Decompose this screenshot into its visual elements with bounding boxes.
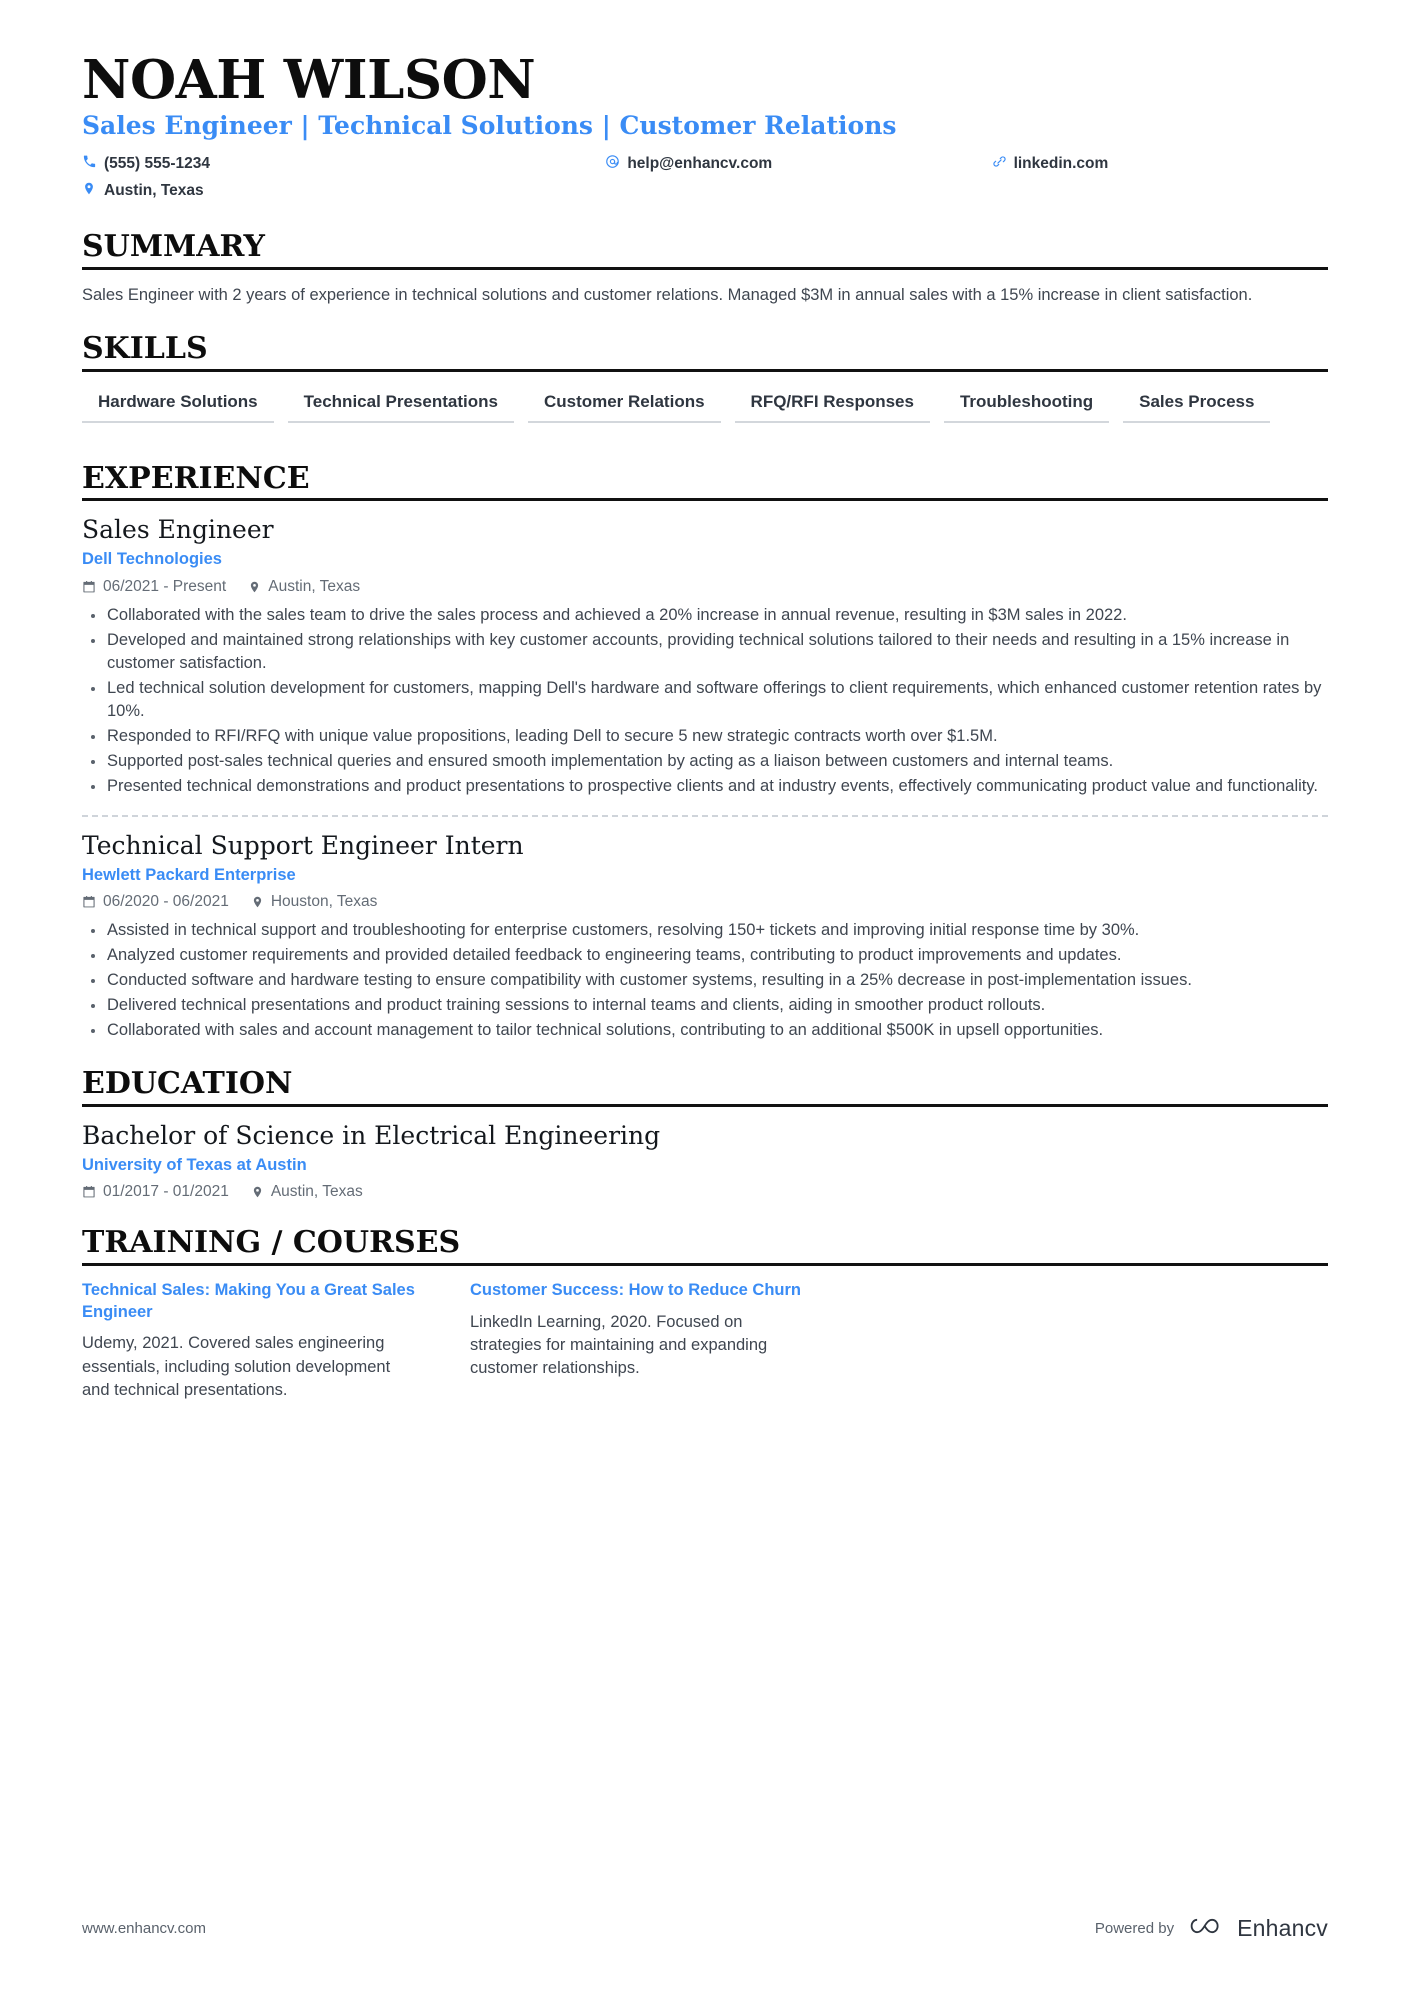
resume-header: NOAH WILSON Sales Engineer | Technical S…: [82, 52, 1328, 205]
contact-phone-text: (555) 555-1234: [104, 154, 210, 172]
bullet-list: Collaborated with the sales team to driv…: [82, 604, 1328, 799]
course-list: Technical Sales: Making You a Great Sale…: [82, 1280, 1328, 1402]
entry-meta: 06/2020 - 06/2021 Houston, Texas: [82, 893, 1328, 911]
course-description: Udemy, 2021. Covered sales engineering e…: [82, 1334, 391, 1399]
section-rule: [82, 498, 1328, 502]
entry-date-text: 01/2017 - 01/2021: [103, 1183, 229, 1201]
section-rule: [82, 368, 1328, 372]
bullet-list: Assisted in technical support and troubl…: [82, 919, 1328, 1042]
candidate-name: NOAH WILSON: [82, 49, 536, 111]
skill-tag: Sales Process: [1123, 386, 1271, 423]
course-title[interactable]: Technical Sales: Making You a Great Sale…: [82, 1280, 422, 1324]
location-icon: [251, 1185, 264, 1199]
company-name[interactable]: Dell Technologies: [82, 549, 1328, 570]
enhancv-brand: Enhancv: [1190, 1914, 1328, 1943]
bullet-item: Collaborated with the sales team to driv…: [82, 604, 1322, 627]
contact-list: (555) 555-1234 help@enhancv.com linkedin…: [82, 151, 1328, 206]
entry-date: 01/2017 - 01/2021: [82, 1183, 229, 1201]
course-item: Technical Sales: Making You a Great Sale…: [82, 1280, 422, 1402]
bullet-item: Conducted software and hardware testing …: [82, 969, 1322, 992]
powered-by-block: Powered by Enhancv: [1095, 1914, 1328, 1943]
resume-page: NOAH WILSON Sales Engineer | Technical S…: [0, 0, 1410, 1995]
company-name[interactable]: Hewlett Packard Enterprise: [82, 865, 1328, 886]
education-entry: Bachelor of Science in Electrical Engine…: [82, 1121, 1328, 1201]
contact-linkedin[interactable]: linkedin.com: [992, 151, 1328, 178]
skills-list: Hardware Solutions Technical Presentatio…: [82, 386, 1328, 437]
entry-date: 06/2021 - Present: [82, 578, 226, 596]
skill-tag: Customer Relations: [527, 386, 721, 423]
entry-meta: 01/2017 - 01/2021 Austin, Texas: [82, 1183, 1328, 1201]
entry-date: 06/2020 - 06/2021: [82, 893, 229, 911]
skills-section-title: SKILLS: [82, 331, 208, 367]
bullet-item: Supported post-sales technical queries a…: [82, 750, 1322, 773]
skill-tag: RFQ/RFI Responses: [734, 386, 930, 423]
section-rule: [82, 266, 1328, 270]
location-icon: [248, 580, 261, 594]
experience-section-title: EXPERIENCE: [82, 460, 310, 496]
powered-by-label: Powered by: [1094, 1920, 1175, 1937]
summary-text: Sales Engineer with 2 years of experienc…: [82, 285, 1253, 304]
entry-location-text: Austin, Texas: [268, 577, 361, 595]
contact-location-text: Austin, Texas: [104, 182, 204, 200]
page-footer: www.enhancv.com Powered by Enhancv: [82, 1914, 1328, 1943]
contact-email-text: help@enhancv.com: [627, 154, 773, 172]
training-section: TRAINING / COURSES Technical Sales: Maki…: [82, 1227, 1328, 1401]
course-item: Customer Success: How to Reduce Churn Li…: [470, 1280, 810, 1402]
school-name[interactable]: University of Texas at Austin: [82, 1155, 1328, 1176]
calendar-icon: [82, 1185, 96, 1199]
entry-location-text: Austin, Texas: [270, 1183, 363, 1201]
contact-linkedin-text: linkedin.com: [1013, 154, 1109, 172]
location-icon: [251, 895, 264, 909]
course-title[interactable]: Customer Success: How to Reduce Churn: [470, 1280, 810, 1302]
calendar-icon: [82, 895, 96, 909]
enhancv-wordmark: Enhancv: [1237, 1915, 1328, 1941]
summary-section: SUMMARY Sales Engineer with 2 years of e…: [82, 231, 1328, 307]
section-rule: [82, 1103, 1328, 1107]
entry-location-text: Houston, Texas: [270, 892, 378, 910]
bullet-item: Assisted in technical support and troubl…: [82, 919, 1322, 942]
bullet-item: Analyzed customer requirements and provi…: [82, 944, 1322, 967]
skill-tag: Hardware Solutions: [82, 386, 274, 423]
bullet-item: Collaborated with sales and account mana…: [82, 1019, 1322, 1042]
skill-tag: Troubleshooting: [943, 386, 1110, 423]
skill-tag: Technical Presentations: [287, 386, 514, 423]
bullet-item: Led technical solution development for c…: [82, 677, 1322, 723]
education-section: EDUCATION Bachelor of Science in Electri…: [82, 1068, 1328, 1201]
bullet-item: Developed and maintained strong relation…: [82, 629, 1322, 675]
experience-entry: Sales Engineer Dell Technologies 06/2021…: [82, 515, 1328, 798]
entry-location: Houston, Texas: [251, 892, 378, 911]
training-section-title: TRAINING / COURSES: [82, 1225, 461, 1261]
contact-location: Austin, Texas: [82, 178, 605, 205]
phone-icon: [82, 154, 101, 169]
course-description: LinkedIn Learning, 2020. Focused on stra…: [470, 1312, 768, 1377]
enhancv-logo-icon: [1190, 1914, 1228, 1943]
bullet-item: Delivered technical presentations and pr…: [82, 994, 1322, 1017]
experience-section: EXPERIENCE Sales Engineer Dell Technolog…: [82, 463, 1328, 1043]
entry-date-text: 06/2020 - 06/2021: [103, 892, 229, 910]
calendar-icon: [82, 580, 96, 594]
education-section-title: EDUCATION: [82, 1066, 293, 1102]
experience-entry: Technical Support Engineer Intern Hewlet…: [82, 831, 1328, 1043]
entry-meta: 06/2021 - Present Austin, Texas: [82, 578, 1328, 596]
candidate-headline: Sales Engineer | Technical Solutions | C…: [82, 111, 897, 141]
location-icon: [82, 181, 101, 196]
entry-divider: [82, 814, 1328, 817]
email-icon: [605, 154, 624, 169]
summary-section-title: SUMMARY: [82, 229, 265, 265]
bullet-item: Presented technical demonstrations and p…: [82, 775, 1322, 798]
entry-location: Austin, Texas: [248, 578, 360, 596]
bullet-item: Responded to RFI/RFQ with unique value p…: [82, 725, 1322, 748]
entry-date-text: 06/2021 - Present: [103, 577, 227, 595]
section-rule: [82, 1262, 1328, 1266]
skills-section: SKILLS Hardware Solutions Technical Pres…: [82, 333, 1328, 437]
link-icon: [992, 154, 1011, 169]
contact-phone[interactable]: (555) 555-1234: [82, 151, 605, 178]
job-title: Sales Engineer: [82, 515, 274, 545]
footer-url[interactable]: www.enhancv.com: [82, 1920, 206, 1937]
degree-title: Bachelor of Science in Electrical Engine…: [82, 1120, 661, 1150]
job-title: Technical Support Engineer Intern: [82, 830, 524, 860]
entry-location: Austin, Texas: [251, 1183, 363, 1201]
contact-email[interactable]: help@enhancv.com: [605, 151, 991, 178]
